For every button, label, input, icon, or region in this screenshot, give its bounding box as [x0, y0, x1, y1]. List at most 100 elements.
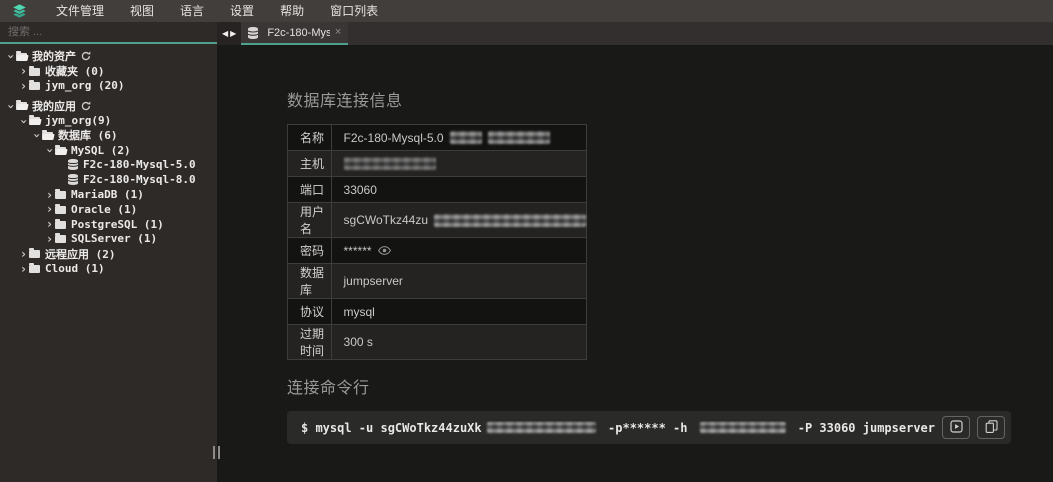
chevron-right-icon[interactable]: › — [18, 81, 29, 91]
tree-item-12[interactable]: ›SQLServer (1) — [0, 232, 217, 247]
tab-f2c-180-mysql[interactable]: F2c-180-Mys... × — [241, 22, 348, 45]
tree-item-label: F2c-180-Mysql-8.0 — [83, 173, 196, 186]
refresh-icon[interactable] — [81, 51, 91, 61]
command-part: $ mysql -u sgCWoTkz44zuXk — [301, 421, 482, 435]
tree-item-1[interactable]: › 收藏夹 (0) — [0, 64, 217, 79]
connection-info-title: 数据库连接信息 — [287, 87, 1053, 111]
tree-item-5[interactable]: › 数据库 (6) — [0, 128, 217, 143]
search-input[interactable] — [0, 26, 217, 38]
menu-bar: 文件管理视图语言设置帮助窗口列表 — [0, 0, 1053, 22]
chevron-right-icon[interactable]: › — [44, 204, 55, 214]
chevron-right-icon[interactable]: › — [18, 264, 29, 274]
sidebar: ›我的资产›收藏夹 (0)›jym_org (20)›我的应用›jym_org(… — [0, 22, 217, 482]
folder-icon — [29, 68, 40, 76]
tree-item-6[interactable]: › MySQL (2) — [0, 143, 217, 158]
row-value: jumpserver — [331, 264, 586, 299]
row-label: 主机 — [288, 151, 332, 177]
value-text: 300 s — [344, 335, 373, 349]
table-row: 用户名sgCWoTkz44zu — [288, 203, 587, 238]
folder-open-icon — [29, 117, 40, 125]
row-value — [331, 151, 586, 177]
run-icon — [950, 420, 963, 436]
eye-icon[interactable] — [378, 246, 391, 255]
folder-icon — [29, 265, 40, 273]
tab-bar: ◀ ▶ F2c-180-Mys... × — [217, 22, 1053, 45]
menu-item-4[interactable]: 设置 — [217, 0, 267, 22]
tree-item-14[interactable]: ›Cloud (1) — [0, 261, 217, 276]
chevron-down-icon[interactable]: › — [6, 51, 16, 62]
close-icon[interactable]: × — [335, 27, 341, 38]
table-row: 主机 — [288, 151, 587, 177]
chevron-down-icon[interactable]: › — [19, 116, 29, 127]
tree-item-label: 数据库 (6) — [58, 127, 118, 143]
menu-item-5[interactable]: 帮助 — [267, 0, 317, 22]
scroll-right-icon[interactable]: ▶ — [230, 30, 236, 38]
command-part: -P 33060 jumpserver — [791, 421, 936, 435]
tree-item-10[interactable]: ›Oracle (1) — [0, 202, 217, 217]
folder-icon — [55, 235, 66, 243]
redacted-block — [434, 214, 586, 227]
redacted-block — [344, 157, 436, 170]
tree-item-label: MySQL (2) — [71, 144, 131, 157]
table-row: 名称 F2c-180-Mysql-5.0 — [288, 125, 587, 151]
table-row: 端口33060 — [288, 177, 587, 203]
row-label: 用户名 — [288, 203, 332, 238]
row-value: F2c-180-Mysql-5.0 — [331, 125, 586, 151]
tree-item-2[interactable]: › jym_org (20) — [0, 79, 217, 94]
tree-item-label: jym_org (20) — [45, 79, 124, 92]
chevron-down-icon[interactable]: › — [32, 130, 42, 141]
value-text: F2c-180-Mysql-5.0 — [344, 131, 444, 145]
tree-item-13[interactable]: ›远程应用 (2) — [0, 246, 217, 261]
chevron-right-icon[interactable]: › — [44, 234, 55, 244]
tree-item-8[interactable]: F2c-180-Mysql-8.0 — [0, 172, 217, 187]
tree-item-7[interactable]: F2c-180-Mysql-5.0 — [0, 158, 217, 173]
menu-item-3[interactable]: 语言 — [167, 0, 217, 22]
tab-scroll-arrows: ◀ ▶ — [217, 22, 241, 45]
database-icon — [248, 27, 258, 39]
tree-item-3[interactable]: ›我的应用 — [0, 98, 217, 113]
menu-item-1[interactable]: 文件管理 — [43, 0, 117, 22]
refresh-icon[interactable] — [81, 101, 91, 111]
menu-item-2[interactable]: 视图 — [117, 0, 167, 22]
tree-item-11[interactable]: ›PostgreSQL (1) — [0, 217, 217, 232]
value-text: mysql — [344, 305, 375, 319]
chevron-right-icon[interactable]: › — [18, 66, 29, 76]
chevron-right-icon[interactable]: › — [44, 190, 55, 200]
row-label: 密码 — [288, 238, 332, 264]
tree-item-label: 我的资产 — [32, 48, 76, 64]
redacted-block — [488, 131, 550, 144]
sidebar-resize-handle[interactable] — [213, 446, 220, 459]
tree-item-label: jym_org(9) — [45, 114, 111, 127]
menu-items: 文件管理视图语言设置帮助窗口列表 — [43, 0, 391, 22]
app-logo-icon — [10, 2, 29, 20]
value-text: jumpserver — [344, 274, 403, 288]
chevron-down-icon[interactable]: › — [6, 101, 16, 112]
redacted-block — [450, 131, 482, 144]
redacted-block — [487, 422, 596, 433]
command-text: $ mysql -u sgCWoTkz44zuXk -p****** -h -P… — [301, 421, 935, 435]
row-value: 300 s — [331, 325, 586, 360]
chevron-right-icon[interactable]: › — [44, 219, 55, 229]
row-value: ****** — [331, 238, 586, 264]
folder-icon — [55, 191, 66, 199]
tab-label: F2c-180-Mys... — [267, 27, 330, 39]
chevron-down-icon[interactable]: › — [45, 145, 55, 156]
folder-icon — [55, 221, 66, 229]
copy-command-button[interactable] — [977, 416, 1005, 439]
command-box: $ mysql -u sgCWoTkz44zuXk -p****** -h -P… — [287, 411, 1011, 444]
tree-item-9[interactable]: ›MariaDB (1) — [0, 187, 217, 202]
row-value: mysql — [331, 299, 586, 325]
command-section-title: 连接命令行 — [287, 374, 1053, 398]
menu-item-6[interactable]: 窗口列表 — [317, 0, 391, 22]
table-row: 过期时间300 s — [288, 325, 587, 360]
row-label: 端口 — [288, 177, 332, 203]
tree-item-0[interactable]: › 我的资产 — [0, 49, 217, 64]
row-label: 名称 — [288, 125, 332, 151]
tree-item-4[interactable]: › jym_org(9) — [0, 113, 217, 128]
scroll-left-icon[interactable]: ◀ — [222, 30, 228, 38]
chevron-right-icon[interactable]: › — [18, 249, 29, 259]
row-label: 协议 — [288, 299, 332, 325]
run-command-button[interactable] — [942, 416, 970, 439]
folder-open-icon — [42, 132, 53, 140]
tree-item-label: 收藏夹 (0) — [45, 63, 105, 79]
